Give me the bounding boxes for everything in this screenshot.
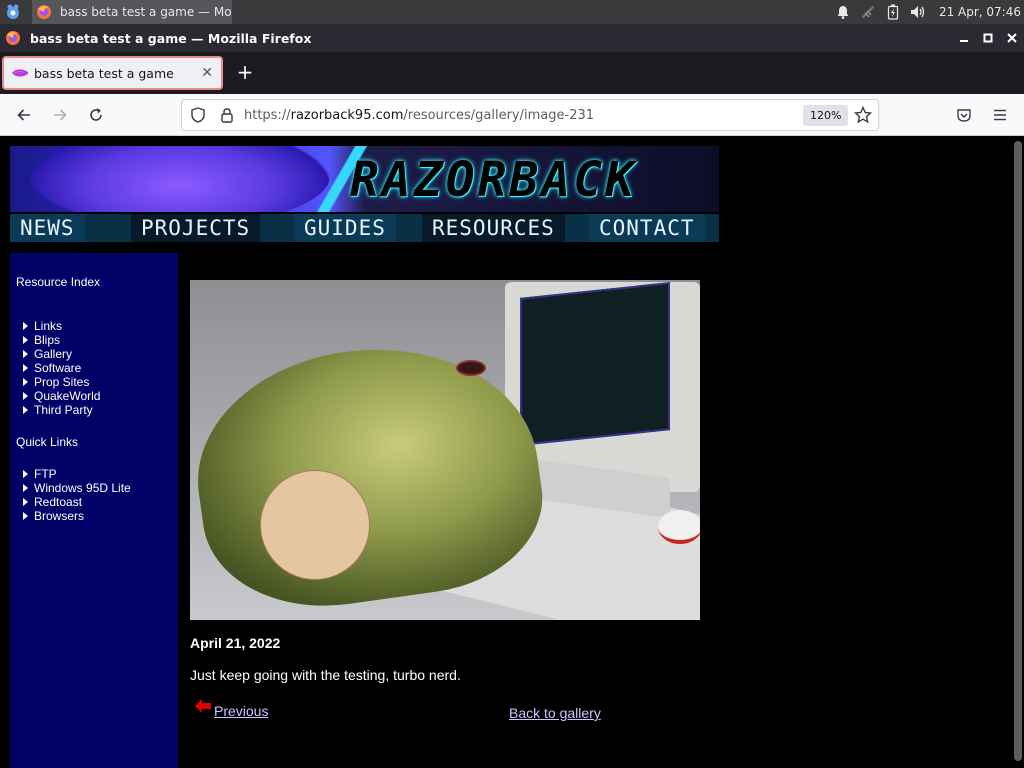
sidebar-item-redtoast[interactable]: Redtoast [23, 495, 131, 509]
sidebar-item-browsers[interactable]: Browsers [23, 509, 131, 523]
sidebar-item-label: Software [34, 361, 82, 375]
battery-charging-icon[interactable] [885, 4, 901, 20]
taskbar-window-title: bass beta test a game — Mo... [60, 5, 232, 19]
mascot-menu-icon[interactable] [4, 3, 22, 21]
sidebar-resource-list: Links Blips Gallery Software Prop Sites … [23, 319, 100, 417]
url-path: /resources/gallery/image-231 [403, 107, 595, 123]
pocket-icon[interactable] [954, 105, 974, 125]
sidebar-item-label: Windows 95D Lite [34, 481, 131, 495]
gallery-image [190, 280, 700, 620]
sidebar-item-label: Gallery [34, 347, 73, 361]
nav-guides[interactable]: GUIDES [294, 214, 396, 242]
sidebar-item-blips[interactable]: Blips [23, 333, 100, 347]
os-taskbar: bass beta test a game — Mo... 21 Apr, 07… [0, 0, 1024, 24]
sidebar-item-software[interactable]: Software [23, 361, 100, 375]
tab-strip: bass beta test a game ✕ + [0, 52, 1024, 94]
sidebar-quick-links-list: FTP Windows 95D Lite Redtoast Browsers [23, 467, 131, 523]
sidebar-item-label: Redtoast [34, 495, 83, 509]
bookmark-star-icon[interactable] [854, 106, 872, 124]
back-button[interactable] [14, 105, 34, 125]
post-caption: Just keep going with the testing, turbo … [190, 667, 461, 683]
previous-link[interactable]: Previous [195, 699, 269, 719]
post-date: April 21, 2022 [190, 635, 281, 651]
window-titlebar: bass beta test a game — Mozilla Firefox [0, 24, 1024, 52]
bell-icon[interactable] [835, 4, 851, 20]
sidebar-item-prop-sites[interactable]: Prop Sites [23, 375, 100, 389]
page-scrollbar[interactable] [1012, 137, 1024, 768]
tab-bass-beta[interactable]: bass beta test a game ✕ [2, 56, 223, 90]
network-disconnected-icon[interactable] [860, 4, 876, 20]
site-logo[interactable]: RAZORBACK [10, 146, 719, 212]
sidebar-item-label: Links [34, 319, 63, 333]
scrollbar-thumb[interactable] [1014, 141, 1022, 761]
sidebar: Resource Index Links Blips Gallery Softw… [10, 253, 178, 768]
new-tab-button[interactable]: + [236, 62, 254, 82]
volume-icon[interactable] [910, 4, 926, 20]
red-arrow-left-icon [195, 699, 211, 713]
clock[interactable]: 21 Apr, 07:46 [939, 5, 1021, 19]
taskbar-firefox-button[interactable]: bass beta test a game — Mo... [32, 0, 232, 24]
site-logo-text: RAZORBACK [350, 152, 638, 208]
minimize-icon[interactable] [956, 30, 972, 46]
site-banner: RAZORBACK NEWS PROJECTS GUIDES RESOURCES… [10, 146, 719, 242]
maximize-icon[interactable] [980, 30, 996, 46]
reload-button[interactable] [86, 105, 106, 125]
tab-favicon-icon [12, 69, 28, 77]
nav-projects[interactable]: PROJECTS [131, 214, 261, 242]
url-text[interactable]: https://razorback95.com/resources/galler… [244, 108, 594, 123]
menu-hamburger-icon[interactable] [990, 105, 1010, 125]
site-nav: NEWS PROJECTS GUIDES RESOURCES CONTACT [10, 214, 719, 242]
firefox-icon [37, 5, 51, 19]
sidebar-item-label: Prop Sites [34, 375, 90, 389]
sidebar-item-label: QuakeWorld [34, 389, 101, 403]
lock-icon[interactable] [219, 107, 235, 123]
previous-link-label: Previous [214, 703, 269, 719]
sidebar-item-ftp[interactable]: FTP [23, 467, 131, 481]
url-scheme: https:// [244, 107, 291, 123]
sidebar-heading-quick-links: Quick Links [16, 435, 79, 449]
sidebar-item-label: Third Party [34, 403, 93, 417]
zoom-indicator[interactable]: 120% [803, 105, 849, 126]
sidebar-item-label: Browsers [34, 509, 85, 523]
close-icon[interactable] [1004, 30, 1020, 46]
url-bar[interactable]: https://razorback95.com/resources/galler… [181, 99, 879, 131]
sidebar-item-gallery[interactable]: Gallery [23, 347, 100, 361]
url-host: razorback95.com [290, 107, 404, 123]
navigation-toolbar: https://razorback95.com/resources/galler… [0, 94, 1024, 136]
sidebar-item-windows-95d-lite[interactable]: Windows 95D Lite [23, 481, 131, 495]
tab-close-icon[interactable]: ✕ [201, 65, 213, 81]
sidebar-item-third-party[interactable]: Third Party [23, 403, 100, 417]
firefox-icon [6, 31, 20, 45]
back-to-gallery-link[interactable]: Back to gallery [509, 705, 601, 721]
sidebar-item-label: FTP [34, 467, 57, 481]
page-viewport: RAZORBACK NEWS PROJECTS GUIDES RESOURCES… [0, 137, 1024, 768]
sidebar-item-quakeworld[interactable]: QuakeWorld [23, 389, 100, 403]
sidebar-heading-resource-index: Resource Index [16, 275, 101, 289]
sidebar-item-links[interactable]: Links [23, 319, 100, 333]
shield-icon[interactable] [190, 107, 206, 123]
window-title: bass beta test a game — Mozilla Firefox [30, 30, 312, 46]
forward-button[interactable] [50, 105, 70, 125]
tab-label: bass beta test a game [34, 65, 174, 81]
nav-contact[interactable]: CONTACT [589, 214, 705, 242]
sidebar-item-label: Blips [34, 333, 61, 347]
nav-resources[interactable]: RESOURCES [422, 214, 565, 242]
nav-news[interactable]: NEWS [10, 214, 85, 242]
system-tray: 21 Apr, 07:46 [835, 0, 1024, 24]
